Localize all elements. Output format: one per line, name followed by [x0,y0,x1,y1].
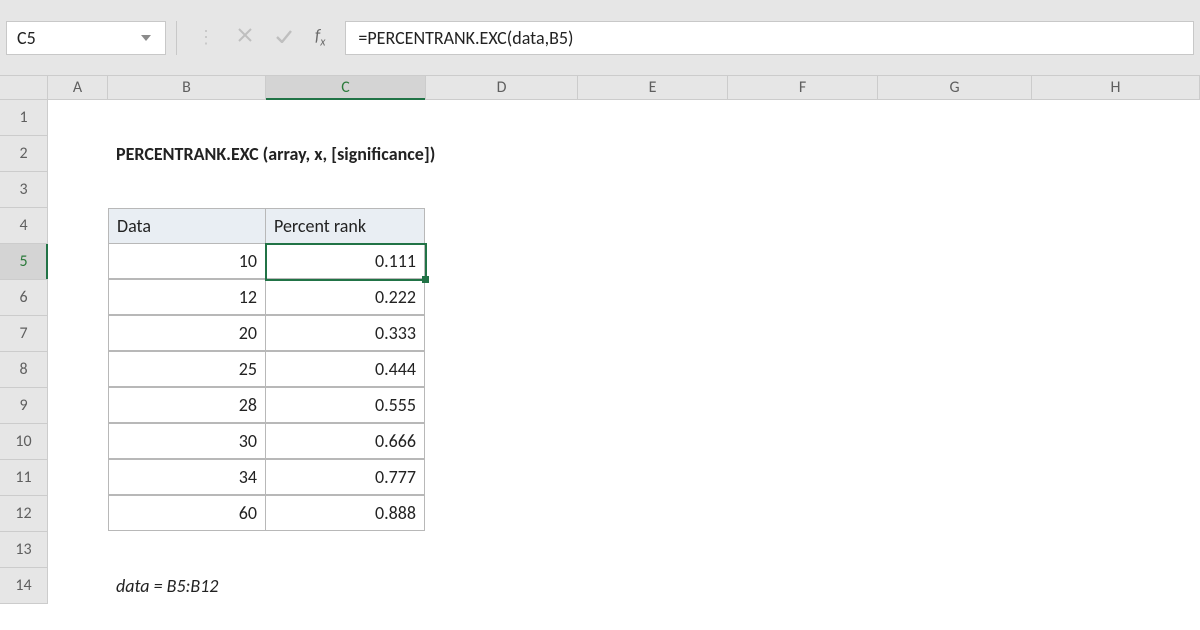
formula-bar: C5 ⋮ fx =PERCENTRANK.EXC(data,B5) [0,0,1200,76]
row-header-1[interactable]: 1 [0,100,47,136]
cell-B9[interactable]: 28 [108,387,266,423]
cell-B7[interactable]: 20 [108,315,266,351]
row-header-14[interactable]: 14 [0,568,47,604]
name-box[interactable]: C5 [6,21,166,55]
row-header-3[interactable]: 3 [0,172,47,208]
row-header-10[interactable]: 10 [0,424,47,460]
cell-B8[interactable]: 25 [108,351,266,387]
cell-C6[interactable]: 0.222 [265,279,425,315]
name-box-dropdown-icon[interactable] [137,29,155,47]
dots-icon: ⋮ [197,26,215,48]
col-header-G[interactable]: G [878,76,1032,99]
row-header-6[interactable]: 6 [0,280,47,316]
cell-C4-header[interactable]: Percent rank [265,208,425,244]
row-header-8[interactable]: 8 [0,352,47,388]
cell-B6[interactable]: 12 [108,279,266,315]
worksheet: A B C D E F G H 1 2 3 4 5 6 7 8 9 10 11 … [0,76,1200,630]
name-box-value: C5 [17,27,36,49]
cell-A5[interactable] [48,244,108,280]
cell-C9[interactable]: 0.555 [265,387,425,423]
cancel-icon[interactable] [237,26,253,48]
cell-A9[interactable] [48,388,108,424]
row-header-9[interactable]: 9 [0,388,47,424]
row-header-11[interactable]: 11 [0,460,47,496]
cell-B11[interactable]: 34 [108,459,266,495]
row-header-4[interactable]: 4 [0,208,47,244]
row-header-5[interactable]: 5 [0,244,47,280]
cell-A6[interactable] [48,280,108,316]
column-headers: A B C D E F G H [0,76,1200,100]
cell-A8[interactable] [48,352,108,388]
formula-text: =PERCENTRANK.EXC(data,B5) [358,27,573,49]
cell-A10[interactable] [48,424,108,460]
cell-A4[interactable] [48,208,108,244]
col-header-C[interactable]: C [266,76,426,99]
row-header-13[interactable]: 13 [0,532,47,568]
enter-icon[interactable] [275,26,293,48]
formula-input[interactable]: =PERCENTRANK.EXC(data,B5) [345,21,1194,55]
row-headers: 1 2 3 4 5 6 7 8 9 10 11 12 13 14 [0,100,48,604]
cell-B10[interactable]: 30 [108,423,266,459]
row-header-7[interactable]: 7 [0,316,47,352]
cell-C11[interactable]: 0.777 [265,459,425,495]
cell-A2[interactable] [48,136,108,172]
divider [176,21,177,55]
select-all-corner[interactable] [0,76,48,99]
cell-C10[interactable]: 0.666 [265,423,425,459]
cell-C8[interactable]: 0.444 [265,351,425,387]
cell-A11[interactable] [48,460,108,496]
cell-B5[interactable]: 10 [108,243,266,279]
cell-B2-title[interactable]: PERCENTRANK.EXC (array, x, [significance… [108,136,908,172]
cell-B14-note[interactable]: data = B5:B12 [108,568,408,604]
row-header-2[interactable]: 2 [0,136,47,172]
col-header-A[interactable]: A [48,76,108,99]
col-header-B[interactable]: B [108,76,266,99]
cell-C5[interactable]: 0.111 [265,243,425,279]
cell-C12[interactable]: 0.888 [265,495,425,531]
cell-C7[interactable]: 0.333 [265,315,425,351]
cells-area[interactable]: PERCENTRANK.EXC (array, x, [significance… [48,100,1200,604]
cell-B4-header[interactable]: Data [108,208,266,244]
col-header-E[interactable]: E [578,76,728,99]
col-header-F[interactable]: F [728,76,878,99]
row-header-12[interactable]: 12 [0,496,47,532]
cell-A14[interactable] [48,568,108,604]
fx-icon[interactable]: fx [315,25,325,49]
cell-A7[interactable] [48,316,108,352]
col-header-D[interactable]: D [426,76,578,99]
cell-B12[interactable]: 60 [108,495,266,531]
formula-bar-icons: ⋮ fx [187,25,335,49]
cell-A12[interactable] [48,496,108,532]
col-header-H[interactable]: H [1032,76,1200,99]
